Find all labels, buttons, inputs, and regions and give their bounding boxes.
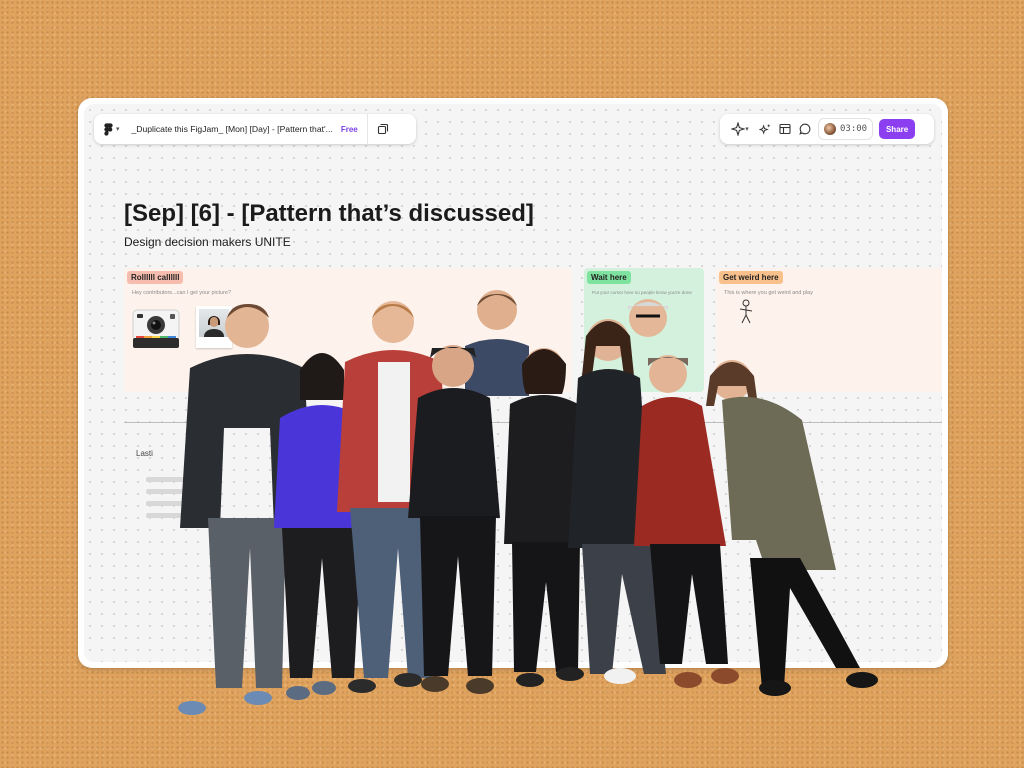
- share-button[interactable]: Share: [879, 119, 916, 139]
- file-title[interactable]: _Duplicate this FigJam_ [Mon] [Day] - [P…: [132, 124, 333, 134]
- timer[interactable]: 03:00: [818, 118, 874, 140]
- person: [465, 290, 529, 396]
- sparkle-tool-icon: [731, 122, 746, 136]
- main-menu-button[interactable]: ▾: [94, 122, 128, 136]
- team-group-photo: [178, 290, 878, 715]
- timer-value: 03:00: [840, 124, 868, 134]
- layout-button[interactable]: [778, 122, 792, 136]
- section-label[interactable]: Get weird here: [719, 271, 783, 284]
- ai-sparkles-icon: [758, 123, 771, 135]
- figma-icon: [104, 122, 113, 136]
- section-label[interactable]: Wait here: [587, 271, 631, 284]
- section-label[interactable]: Rollllll callllll: [127, 271, 184, 284]
- person: [706, 360, 878, 696]
- sparkle-tool-button[interactable]: ▾: [728, 122, 752, 136]
- comment-button[interactable]: [798, 122, 812, 136]
- chevron-down-icon: ▾: [745, 126, 749, 133]
- pages-button[interactable]: [368, 123, 398, 135]
- ai-sparkles-button[interactable]: [758, 122, 772, 136]
- pages-icon: [377, 123, 388, 135]
- person: [628, 299, 668, 337]
- plan-badge[interactable]: Free: [341, 125, 358, 134]
- collab-toolbar: ▾ 03:00 Share: [720, 114, 934, 144]
- comment-icon: [799, 123, 811, 135]
- avatar: [824, 123, 836, 135]
- board-title[interactable]: [Sep] [6] - [Pattern that’s discussed]: [124, 200, 534, 228]
- board-subtitle[interactable]: Design decision makers UNITE: [124, 235, 291, 249]
- file-toolbar: ▾ _Duplicate this FigJam_ [Mon] [Day] - …: [94, 114, 416, 144]
- layout-icon: [779, 123, 791, 135]
- chevron-down-icon: ▾: [116, 126, 120, 133]
